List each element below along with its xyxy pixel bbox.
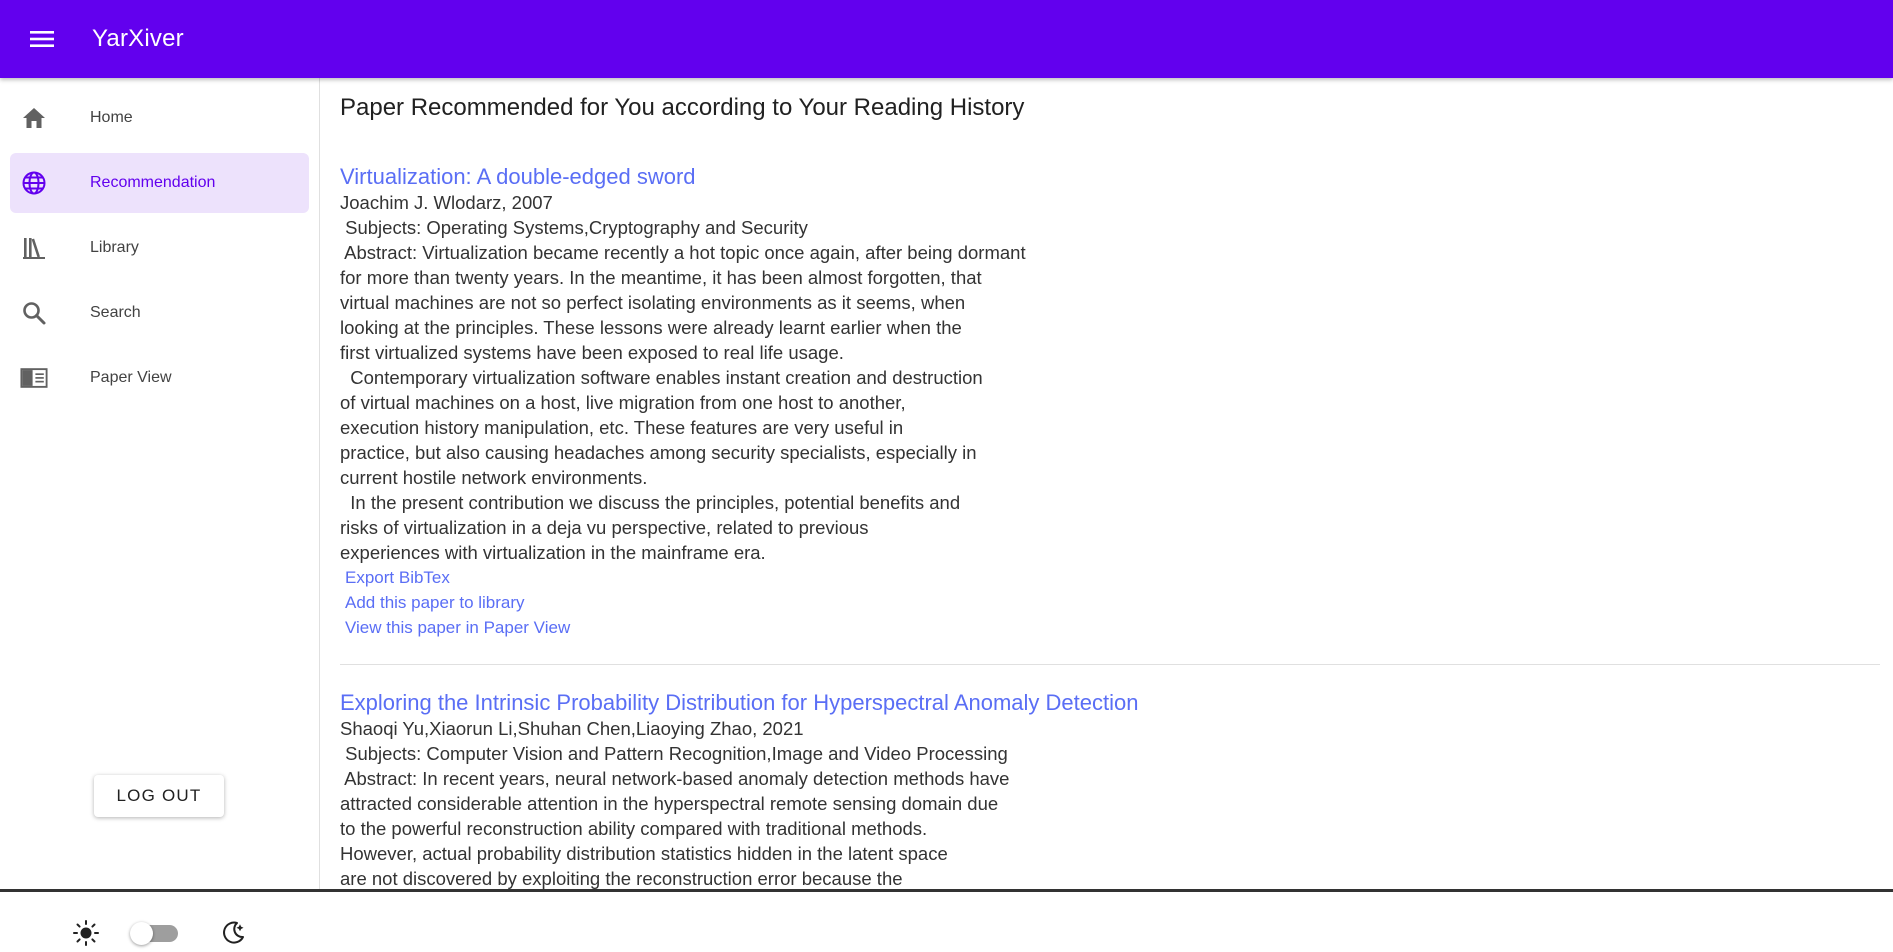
sidebar-item-label: Library [90,239,139,256]
add-to-library-link[interactable]: Add this paper to library [340,590,1880,615]
abstract-line: first virtualized systems have been expo… [340,342,844,363]
menu-icon[interactable] [28,25,56,53]
abstract-line: attracted considerable attention in the … [340,793,999,814]
paper-title-link[interactable]: Exploring the Intrinsic Probability Dist… [340,690,1880,716]
sidebar-item-search[interactable]: Search [10,283,309,343]
sidebar-item-recommendation[interactable]: Recommendation [10,153,309,213]
sidebar-item-label: Home [90,109,133,126]
sidebar-item-label: Search [90,304,141,321]
abstract-line: execution history manipulation, etc. The… [340,417,904,438]
sidebar-item-label: Paper View [90,369,172,386]
sidebar-item-label: Recommendation [90,174,216,191]
moon-icon [219,919,247,947]
paper-authors: Joachim J. Wlodarz, 2007 [340,192,553,213]
logout-button[interactable]: LOG OUT [94,775,224,817]
abstract-line: current hostile network environments. [340,467,648,488]
library-icon [20,234,48,262]
abstract-line: are not discovered by exploiting the rec… [340,868,903,889]
abstract-line: experiences with virtualization in the m… [340,542,766,563]
sidebar: Home Recommendation Library Search Paper… [0,78,320,946]
abstract-line: risks of virtualization in a deja vu per… [340,517,869,538]
paper-subjects: Subjects: Computer Vision and Pattern Re… [340,743,1008,764]
abstract-line: for more than twenty years. In the meant… [340,267,982,288]
paper-title-link[interactable]: Virtualization: A double-edged sword [340,164,1880,190]
sidebar-item-home[interactable]: Home [10,88,309,148]
theme-switcher [72,918,252,948]
paper-card: Exploring the Intrinsic Probability Dist… [340,690,1880,891]
app-title: YarXiver [92,25,184,52]
paper-subjects: Subjects: Operating Systems,Cryptography… [340,217,808,238]
abstract-line: of virtual machines on a host, live migr… [340,392,906,413]
sidebar-item-paper-view[interactable]: Paper View [10,348,309,408]
abstract-line: to the powerful reconstruction ability c… [340,818,928,839]
abstract-line: Abstract: Virtualization became recently… [340,242,1026,263]
abstract-line: virtual machines are not so perfect isol… [340,292,966,313]
toggle-thumb [130,922,153,945]
view-in-paper-view-link[interactable]: View this paper in Paper View [340,615,1880,640]
divider [340,664,1880,665]
abstract-line: However, actual probability distribution… [340,843,948,864]
sun-icon [72,919,100,947]
abstract-line: practice, but also causing headaches amo… [340,442,977,463]
sidebar-item-library[interactable]: Library [10,218,309,278]
export-bibtex-link[interactable]: Export BibTex [340,565,1880,590]
abstract-line: looking at the principles. These lessons… [340,317,962,338]
dark-mode-toggle[interactable] [130,922,178,945]
abstract-line: Contemporary virtualization software ena… [340,367,983,388]
abstract-line: In the present contribution we discuss t… [340,492,961,513]
globe-icon [20,169,48,197]
search-icon [20,299,48,327]
app-bar: YarXiver [0,0,1893,78]
page-title: Paper Recommended for You according to Y… [340,94,1025,121]
paper-authors: Shaoqi Yu,Xiaorun Li,Shuhan Chen,Liaoyin… [340,718,804,739]
main-content: Paper Recommended for You according to Y… [340,78,1880,892]
paper-card: Virtualization: A double-edged sword Joa… [340,164,1880,640]
paper-view-icon [20,364,48,392]
abstract-line: Abstract: In recent years, neural networ… [340,768,1010,789]
home-icon [20,104,48,132]
